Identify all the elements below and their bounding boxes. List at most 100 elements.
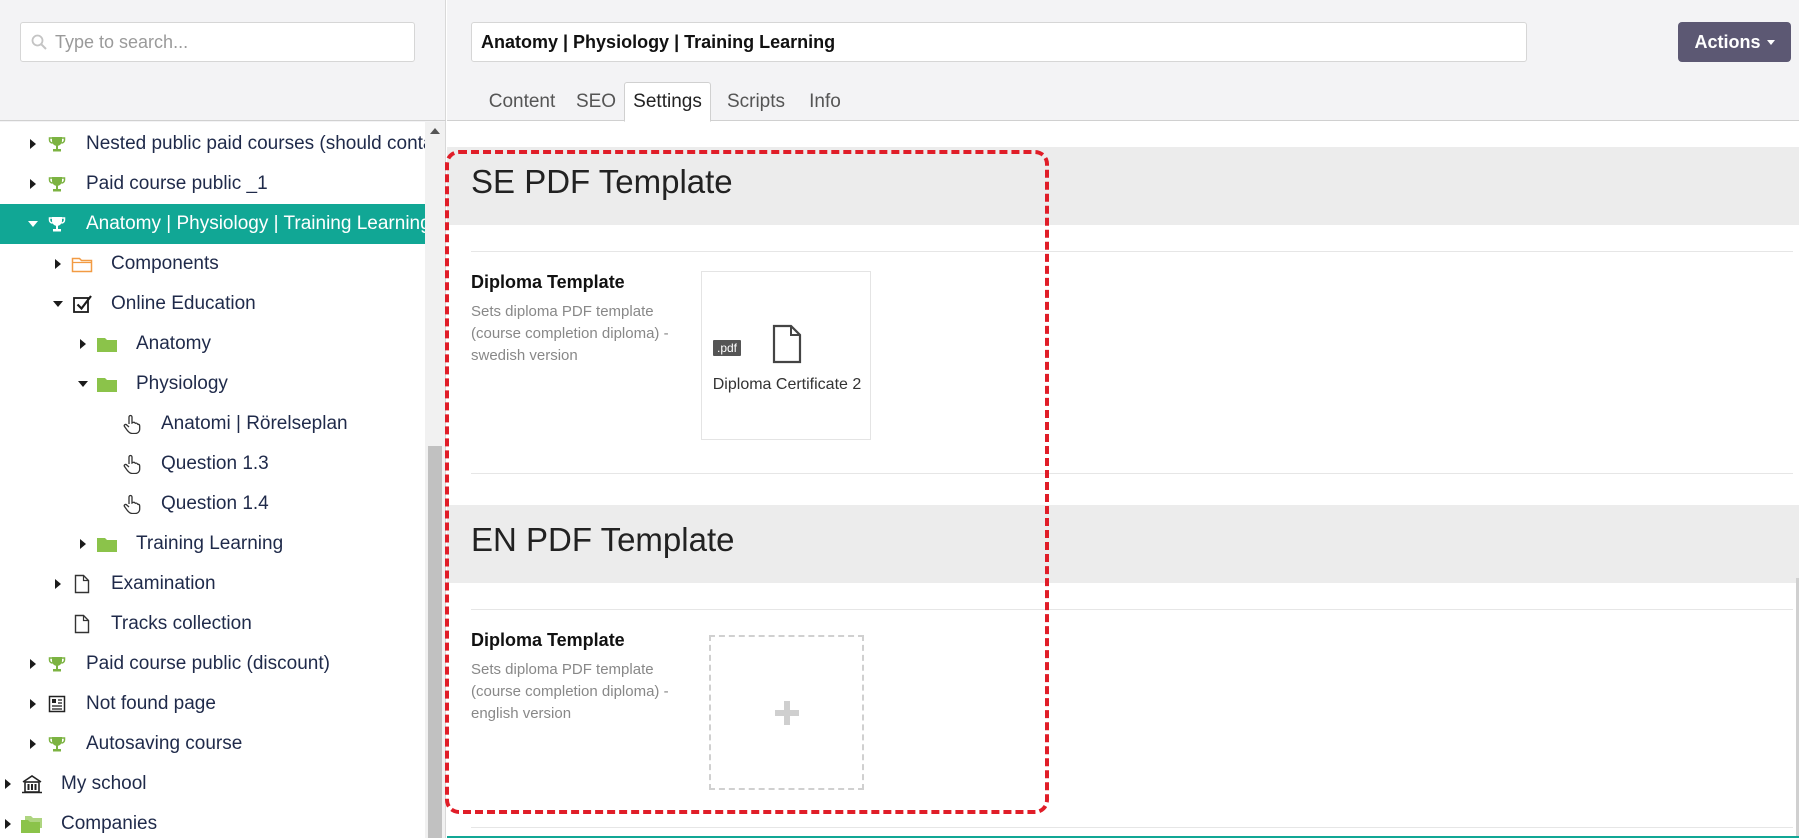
divider [471,473,1793,474]
tree-item-label: Anatomy | Physiology | Training Learning [86,213,425,234]
chevron-down-icon [1766,39,1775,45]
tree-item-label: My school [61,773,147,794]
collapse-caret-icon[interactable] [28,219,38,229]
tab-label: SEO [575,91,617,112]
tree-item-label: Physiology [136,373,228,394]
divider [471,251,1793,252]
pointer-hand-icon [120,412,144,436]
newspaper-icon [45,692,69,716]
tree-item-label: Anatomi | Rörelseplan [161,413,348,434]
tree-item-label: Autosaving course [86,733,243,754]
folder-icon [95,372,119,396]
content-tree: Nested public paid courses (should conta… [0,122,425,838]
page-header: Actions Content SEO Settings Scripts Inf… [447,0,1799,122]
tree-item-my-school[interactable]: My school [0,764,425,804]
tree-item-not-found-page[interactable]: Not found page [0,684,425,724]
collapse-caret-icon[interactable] [78,379,88,389]
tab-seo[interactable]: SEO [567,82,625,122]
pdf-badge: .pdf [713,340,742,356]
tree-item-label: Anatomy [136,333,211,354]
expand-caret-icon[interactable] [78,339,88,349]
file-name: Diploma Certificate 2 [712,376,862,393]
search-icon [31,34,47,50]
tree-item-label: Question 1.3 [161,453,269,474]
diploma-file-card[interactable]: .pdf Diploma Certificate 2 [701,271,871,440]
tree-item-anatomy-physiology-training-learning[interactable]: Anatomy | Physiology | Training Learning [0,204,425,244]
document-icon [70,572,94,596]
tree-item-label: Online Education [111,293,256,314]
se-diploma-template-label: Diploma Template [471,272,625,292]
tree-scrollbar[interactable] [425,122,445,838]
expand-caret-icon[interactable] [53,579,63,589]
folder-icon [95,532,119,556]
sidebar-search-area [0,0,446,121]
page-title-input[interactable] [471,22,1527,62]
tree-item-tracks-collection[interactable]: Tracks collection [0,604,425,644]
add-file-button[interactable] [709,635,864,790]
tree-item-paid-course-public-discount[interactable]: Paid course public (discount) [0,644,425,684]
tree-item-training-learning[interactable]: Training Learning [0,524,425,564]
tab-settings[interactable]: Settings [624,82,711,122]
actions-button-label: Actions [1694,31,1761,52]
tree-item-question-1-4[interactable]: Question 1.4 [0,484,425,524]
tree-item-label: Examination [111,573,216,594]
trophy-icon [45,212,69,236]
tree-item-label: Not found page [86,693,216,714]
expand-caret-icon[interactable] [3,819,13,829]
se-pdf-template-title: SE PDF Template [471,163,733,200]
tree-item-label: Nested public paid courses (should conta… [86,133,425,154]
tree-item-anatomy[interactable]: Anatomy [0,324,425,364]
expand-caret-icon[interactable] [28,179,38,189]
en-diploma-template-description: Sets diploma PDF template (course comple… [471,661,669,722]
tree-item-physiology[interactable]: Physiology [0,364,425,404]
expand-caret-icon[interactable] [28,699,38,709]
folder-icon [95,332,119,356]
file-icon [772,324,802,364]
tab-label: Settings [633,91,702,112]
trophy-icon [45,132,69,156]
tree-item-label: Paid course public (discount) [86,653,330,674]
search-box[interactable] [20,22,415,62]
tree-item-paid-course-public-1[interactable]: Paid course public _1 [0,164,425,204]
en-diploma-template-label: Diploma Template [471,630,625,650]
tree-item-anatomi-rorelseplan[interactable]: Anatomi | Rörelseplan [0,404,425,444]
expand-caret-icon[interactable] [28,659,38,669]
pointer-hand-icon [120,492,144,516]
tab-label: Content [488,91,556,112]
tree-item-components[interactable]: Components [0,244,425,284]
expand-caret-icon[interactable] [28,139,38,149]
trophy-icon [45,652,69,676]
expand-caret-icon[interactable] [53,259,63,269]
collapse-caret-icon[interactable] [53,299,63,309]
document-icon [70,612,94,636]
tree-scrollbar-thumb[interactable] [428,446,442,838]
expand-caret-icon[interactable] [3,779,13,789]
school-icon [20,772,44,796]
actions-button[interactable]: Actions [1678,22,1791,62]
tree-item-label: Paid course public _1 [86,173,268,194]
main-panel: Actions Content SEO Settings Scripts Inf… [447,0,1799,838]
folders-icon [20,812,44,836]
trophy-icon [45,732,69,756]
checkbox-checked-icon [70,292,94,316]
tree-item-examination[interactable]: Examination [0,564,425,604]
tree-item-label: Tracks collection [111,613,252,634]
tree-item-online-education[interactable]: Online Education [0,284,425,324]
divider [471,827,1793,828]
tree-item-question-1-3[interactable]: Question 1.3 [0,444,425,484]
tree-item-nested-public-paid-courses[interactable]: Nested public paid courses (should conta… [0,124,425,164]
tab-scripts[interactable]: Scripts [715,82,797,122]
search-input[interactable] [55,31,395,53]
tree-item-label: Components [111,253,219,274]
expand-caret-icon[interactable] [78,539,88,549]
expand-caret-icon[interactable] [28,739,38,749]
tab-info[interactable]: Info [798,82,852,122]
tree-item-companies[interactable]: Companies [0,804,425,838]
tree-item-label: Question 1.4 [161,493,269,514]
tree-item-autosaving-course[interactable]: Autosaving course [0,724,425,764]
plus-icon [774,700,799,725]
en-pdf-template-title: EN PDF Template [471,521,735,558]
scroll-up-arrow-icon[interactable] [430,128,440,134]
folder-outline-icon [70,252,94,276]
tab-content[interactable]: Content [471,82,573,122]
